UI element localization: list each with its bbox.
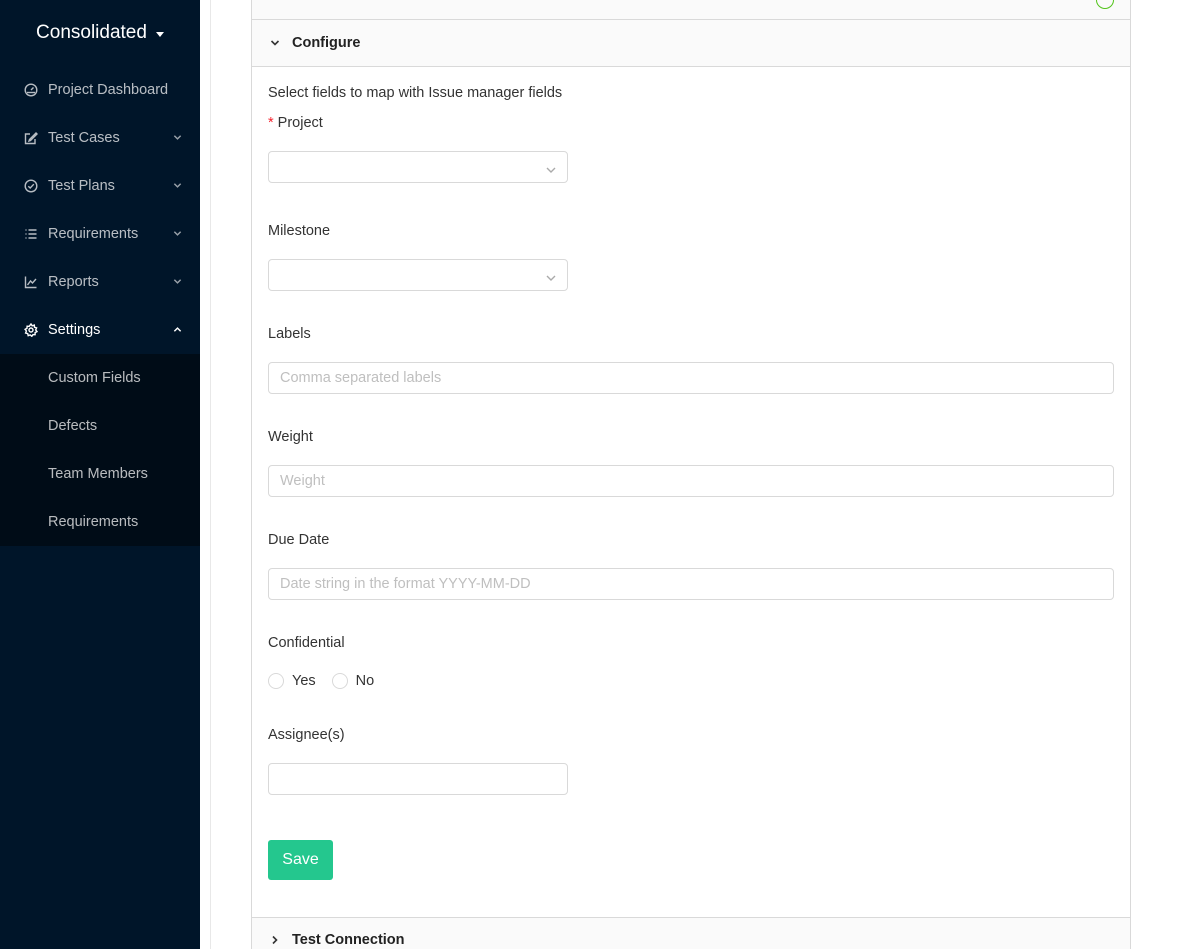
sidebar-item-label: Test Plans (48, 178, 115, 194)
chevron-right-icon (269, 934, 281, 946)
confidential-no-radio[interactable]: No (331, 673, 375, 689)
divider (210, 0, 211, 949)
chevron-down-icon (173, 178, 182, 194)
test-connection-title: Test Connection (292, 931, 405, 948)
success-check-icon (1096, 0, 1114, 9)
workspace-selector[interactable]: Consolidated (0, 0, 200, 66)
chevron-down-icon (173, 274, 182, 290)
workspace-name: Consolidated (36, 22, 147, 43)
gear-icon (23, 322, 39, 338)
sidebar-item-label: Reports (48, 274, 99, 290)
line-chart-icon (23, 274, 39, 290)
test-connection-panel-header[interactable]: Test Connection (252, 917, 1130, 949)
dashboard-icon (23, 82, 39, 98)
configure-panel-body: Select fields to map with Issue manager … (252, 67, 1130, 917)
sidebar: Consolidated Project Dashboard Test Case… (0, 0, 200, 949)
sidebar-item-test-cases[interactable]: Test Cases (0, 114, 200, 162)
save-button[interactable]: Save (268, 840, 333, 880)
confidential-label: Confidential (268, 635, 345, 651)
integration-collapse: Configure Select fields to map with Issu… (251, 0, 1131, 949)
submenu-item-defects[interactable]: Defects (0, 402, 200, 450)
confidential-yes-radio[interactable]: Yes (268, 673, 316, 689)
configure-panel-header[interactable]: Configure (252, 20, 1130, 67)
chevron-down-icon (269, 37, 281, 49)
configure-intro: Select fields to map with Issue manager … (268, 85, 563, 101)
settings-submenu: Custom Fields Defects Team Members Requi… (0, 354, 200, 546)
radio-label: No (355, 673, 375, 689)
chevron-down-icon (173, 130, 182, 146)
radio-circle (268, 673, 284, 689)
chevron-up-icon (173, 322, 182, 338)
chevron-down-icon (546, 162, 556, 173)
sidebar-item-reports[interactable]: Reports (0, 258, 200, 306)
assignees-select[interactable] (268, 763, 568, 795)
submenu-item-custom-fields[interactable]: Custom Fields (0, 354, 200, 402)
sidebar-item-label: Project Dashboard (48, 82, 169, 98)
check-circle-icon (23, 178, 39, 194)
edit-icon (23, 130, 39, 146)
sidebar-item-settings[interactable]: Settings (0, 306, 200, 354)
milestone-label: Milestone (268, 223, 331, 239)
sidebar-item-project-dashboard[interactable]: Project Dashboard (0, 66, 200, 114)
list-icon (23, 226, 39, 242)
radio-label: Yes (292, 673, 316, 689)
labels-input[interactable] (268, 362, 1114, 394)
due-date-label: Due Date (268, 532, 330, 548)
confidential-radio-group: Yes No (268, 673, 390, 689)
previous-panel-header (252, 0, 1130, 20)
sidebar-item-label: Settings (48, 322, 101, 338)
chevron-down-icon (546, 270, 556, 281)
submenu-item-team-members[interactable]: Team Members (0, 450, 200, 498)
sidebar-item-test-plans[interactable]: Test Plans (0, 162, 200, 210)
weight-input[interactable] (268, 465, 1114, 497)
required-marker: * (268, 115, 274, 131)
radio-circle (331, 673, 348, 689)
sidebar-item-label: Requirements (48, 226, 139, 242)
labels-label: Labels (268, 326, 311, 342)
configure-title: Configure (292, 35, 361, 51)
submenu-item-requirements[interactable]: Requirements (0, 498, 200, 546)
milestone-select[interactable] (268, 259, 568, 291)
due-date-input[interactable] (268, 568, 1114, 600)
chevron-down-icon (173, 226, 182, 242)
assignees-label: Assignee(s) (268, 727, 345, 743)
caret-down-icon (155, 31, 164, 37)
sidebar-item-label: Test Cases (48, 130, 120, 146)
project-select[interactable] (268, 151, 568, 183)
sidebar-item-requirements[interactable]: Requirements (0, 210, 200, 258)
project-label: * Project (268, 115, 323, 131)
project-label-text: Project (277, 115, 323, 131)
weight-label: Weight (268, 429, 313, 445)
